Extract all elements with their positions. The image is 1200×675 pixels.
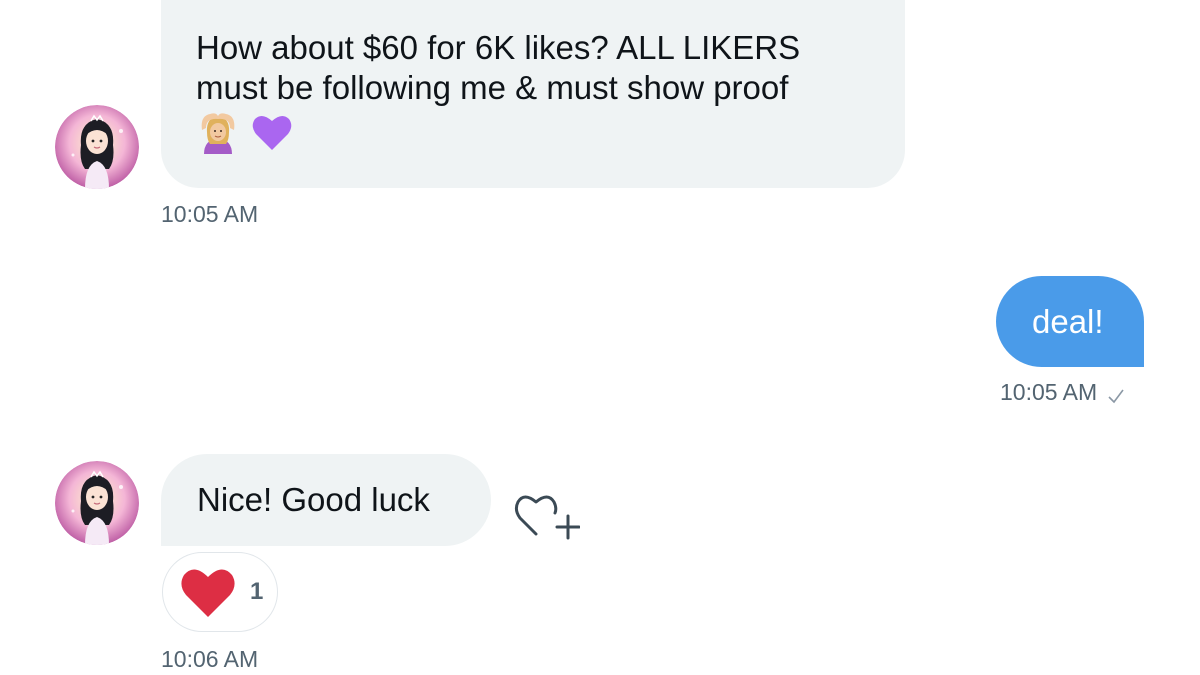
reaction-pill[interactable]: 1 bbox=[162, 552, 278, 632]
message-text: Nice! Good luck bbox=[197, 481, 430, 518]
message-timestamp: 10:06 AM bbox=[161, 646, 259, 672]
message-text: deal! bbox=[1032, 303, 1104, 340]
reaction-count: 1 bbox=[250, 578, 264, 605]
heart-plus-icon bbox=[514, 495, 581, 540]
incoming-message-bubble[interactable]: Nice! Good luck bbox=[161, 454, 491, 546]
sender-avatar[interactable] bbox=[55, 105, 139, 189]
message-text-line: How about $60 for 6K likes? ALL LIKERS bbox=[196, 29, 801, 66]
sent-check-icon bbox=[1107, 383, 1125, 404]
outgoing-message-bubble[interactable]: deal! bbox=[996, 276, 1144, 367]
red-heart-icon bbox=[178, 565, 238, 619]
message-text-line: must be following me & must show proof bbox=[196, 69, 789, 106]
sender-avatar[interactable] bbox=[55, 461, 139, 545]
timestamp-text: 10:05 AM bbox=[1000, 379, 1098, 405]
message-timestamp: 10:05 AM bbox=[1000, 378, 1125, 406]
purple-heart-icon bbox=[250, 110, 294, 154]
woman-gesturing-ok-icon bbox=[196, 110, 240, 154]
message-timestamp: 10:05 AM bbox=[161, 201, 259, 227]
incoming-message-bubble[interactable]: How about $60 for 6K likes? ALL LIKERS m… bbox=[161, 0, 905, 188]
add-reaction-button[interactable] bbox=[512, 484, 581, 544]
dm-conversation: How about $60 for 6K likes? ALL LIKERS m… bbox=[0, 0, 1200, 675]
